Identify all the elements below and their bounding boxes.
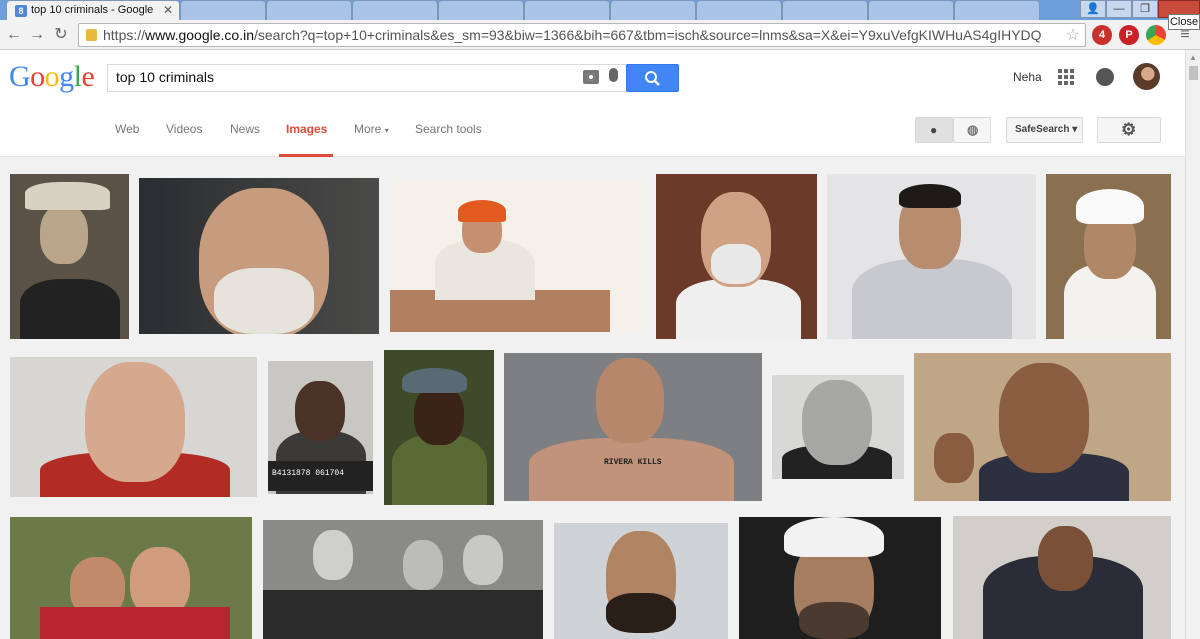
person-icon: ● xyxy=(930,123,938,137)
image-result[interactable] xyxy=(384,350,494,505)
pinterest-extension-icon[interactable]: P xyxy=(1119,25,1139,45)
browser-tab-strip: 8 top 10 criminals - Google ✕ 👤 — ❐ Clos… xyxy=(0,0,1200,30)
page-scrollbar[interactable]: ▲ xyxy=(1185,50,1200,639)
forward-button[interactable]: → xyxy=(27,25,47,45)
google-logo-letter: G xyxy=(9,60,31,93)
close-tab-icon[interactable]: ✕ xyxy=(163,3,173,17)
google-logo-letter: o xyxy=(30,60,45,93)
image-result[interactable] xyxy=(10,357,257,497)
browser-tab-active[interactable]: 8 top 10 criminals - Google ✕ xyxy=(6,0,180,20)
image-result[interactable] xyxy=(10,517,252,639)
image-result[interactable]: RIVERA KILLS xyxy=(504,353,762,501)
image-result[interactable] xyxy=(10,174,129,339)
browser-tab[interactable] xyxy=(524,0,610,20)
scrollbar-thumb[interactable] xyxy=(1189,66,1198,80)
image-result[interactable] xyxy=(263,520,543,639)
address-bar[interactable]: https://www.google.co.in/search?q=top+10… xyxy=(78,23,1086,47)
image-result[interactable] xyxy=(953,516,1171,639)
search-button[interactable] xyxy=(626,64,679,92)
bookmark-star-icon[interactable]: ☆ xyxy=(1066,25,1080,45)
google-logo[interactable]: Google xyxy=(9,60,95,94)
image-result[interactable] xyxy=(914,353,1171,501)
adblock-extension-icon[interactable]: 4 xyxy=(1092,25,1112,45)
notifications-bell-icon[interactable] xyxy=(1096,68,1114,86)
browser-tab[interactable] xyxy=(438,0,524,20)
tab-videos[interactable]: Videos xyxy=(166,122,202,136)
browser-tab[interactable] xyxy=(352,0,438,20)
image-caption: B4131878 061704 xyxy=(272,469,345,478)
profile-icon[interactable]: 👤 xyxy=(1080,0,1106,18)
global-results-button[interactable]: ◍ xyxy=(953,117,991,143)
image-result[interactable]: B4131878 061704 xyxy=(268,361,373,494)
browser-tab[interactable] xyxy=(266,0,352,20)
search-tabs: Web Videos News Images More ▾ Search too… xyxy=(0,105,1185,157)
google-logo-letter: o xyxy=(44,60,60,93)
image-results-grid: B4131878 061704 RIVERA KILLS xyxy=(0,157,1185,639)
user-name[interactable]: Neha xyxy=(1013,70,1042,84)
tab-news[interactable]: News xyxy=(230,122,260,136)
search-icon xyxy=(645,71,660,86)
browser-toolbar: ← → ↻ https://www.google.co.in/search?q=… xyxy=(0,20,1200,50)
google-logo-letter: e xyxy=(81,60,95,93)
browser-tab[interactable] xyxy=(180,0,266,20)
image-result[interactable] xyxy=(139,178,379,334)
chrome-extension-icon[interactable] xyxy=(1146,25,1166,45)
google-logo-letter: g xyxy=(59,60,74,93)
search-box[interactable] xyxy=(107,64,627,92)
personal-results-button[interactable]: ● xyxy=(915,117,953,143)
camera-icon[interactable] xyxy=(583,70,599,84)
tab-search-tools[interactable]: Search tools xyxy=(415,122,482,136)
image-result[interactable] xyxy=(656,174,817,339)
chevron-down-icon: ▾ xyxy=(384,126,389,135)
avatar[interactable] xyxy=(1133,63,1160,90)
image-result[interactable] xyxy=(554,523,728,639)
browser-tab[interactable] xyxy=(954,0,1040,20)
safesearch-button[interactable]: SafeSearch ▾ xyxy=(1006,117,1083,143)
gear-icon: ⚙ xyxy=(1121,120,1137,139)
browser-tab[interactable] xyxy=(610,0,696,20)
browser-tab[interactable] xyxy=(696,0,782,20)
browser-tab-title: top 10 criminals - Google xyxy=(31,4,154,16)
google-header: Google Neha xyxy=(0,50,1185,105)
browser-tab[interactable] xyxy=(868,0,954,20)
chevron-down-icon: ▾ xyxy=(1072,124,1078,135)
search-input[interactable] xyxy=(116,69,566,85)
url-text[interactable]: https://www.google.co.in/search?q=top+10… xyxy=(103,27,1068,43)
image-result[interactable] xyxy=(772,375,904,479)
image-result[interactable] xyxy=(739,517,941,639)
globe-icon: ◍ xyxy=(967,122,979,137)
back-button[interactable]: ← xyxy=(4,25,24,45)
reload-button[interactable]: ↻ xyxy=(51,25,71,45)
close-tooltip: Close xyxy=(1168,14,1200,30)
apps-grid-icon[interactable] xyxy=(1058,69,1074,85)
restore-button[interactable]: ❐ xyxy=(1132,0,1158,18)
lock-icon xyxy=(86,29,97,41)
scroll-up-icon[interactable]: ▲ xyxy=(1189,53,1197,62)
microphone-icon[interactable] xyxy=(609,68,618,82)
browser-tab[interactable] xyxy=(782,0,868,20)
google-favicon-icon: 8 xyxy=(15,5,27,17)
image-result[interactable] xyxy=(827,174,1036,339)
tab-images[interactable]: Images xyxy=(286,122,327,136)
google-logo-letter: l xyxy=(73,60,82,93)
tab-more[interactable]: More ▾ xyxy=(354,122,389,136)
image-caption: RIVERA KILLS xyxy=(604,458,662,467)
image-result[interactable] xyxy=(390,180,645,332)
settings-button[interactable]: ⚙ xyxy=(1097,117,1161,143)
image-result[interactable] xyxy=(1046,174,1171,339)
minimize-button[interactable]: — xyxy=(1106,0,1132,18)
tab-web[interactable]: Web xyxy=(115,122,139,136)
safesearch-label: SafeSearch xyxy=(1015,124,1070,135)
